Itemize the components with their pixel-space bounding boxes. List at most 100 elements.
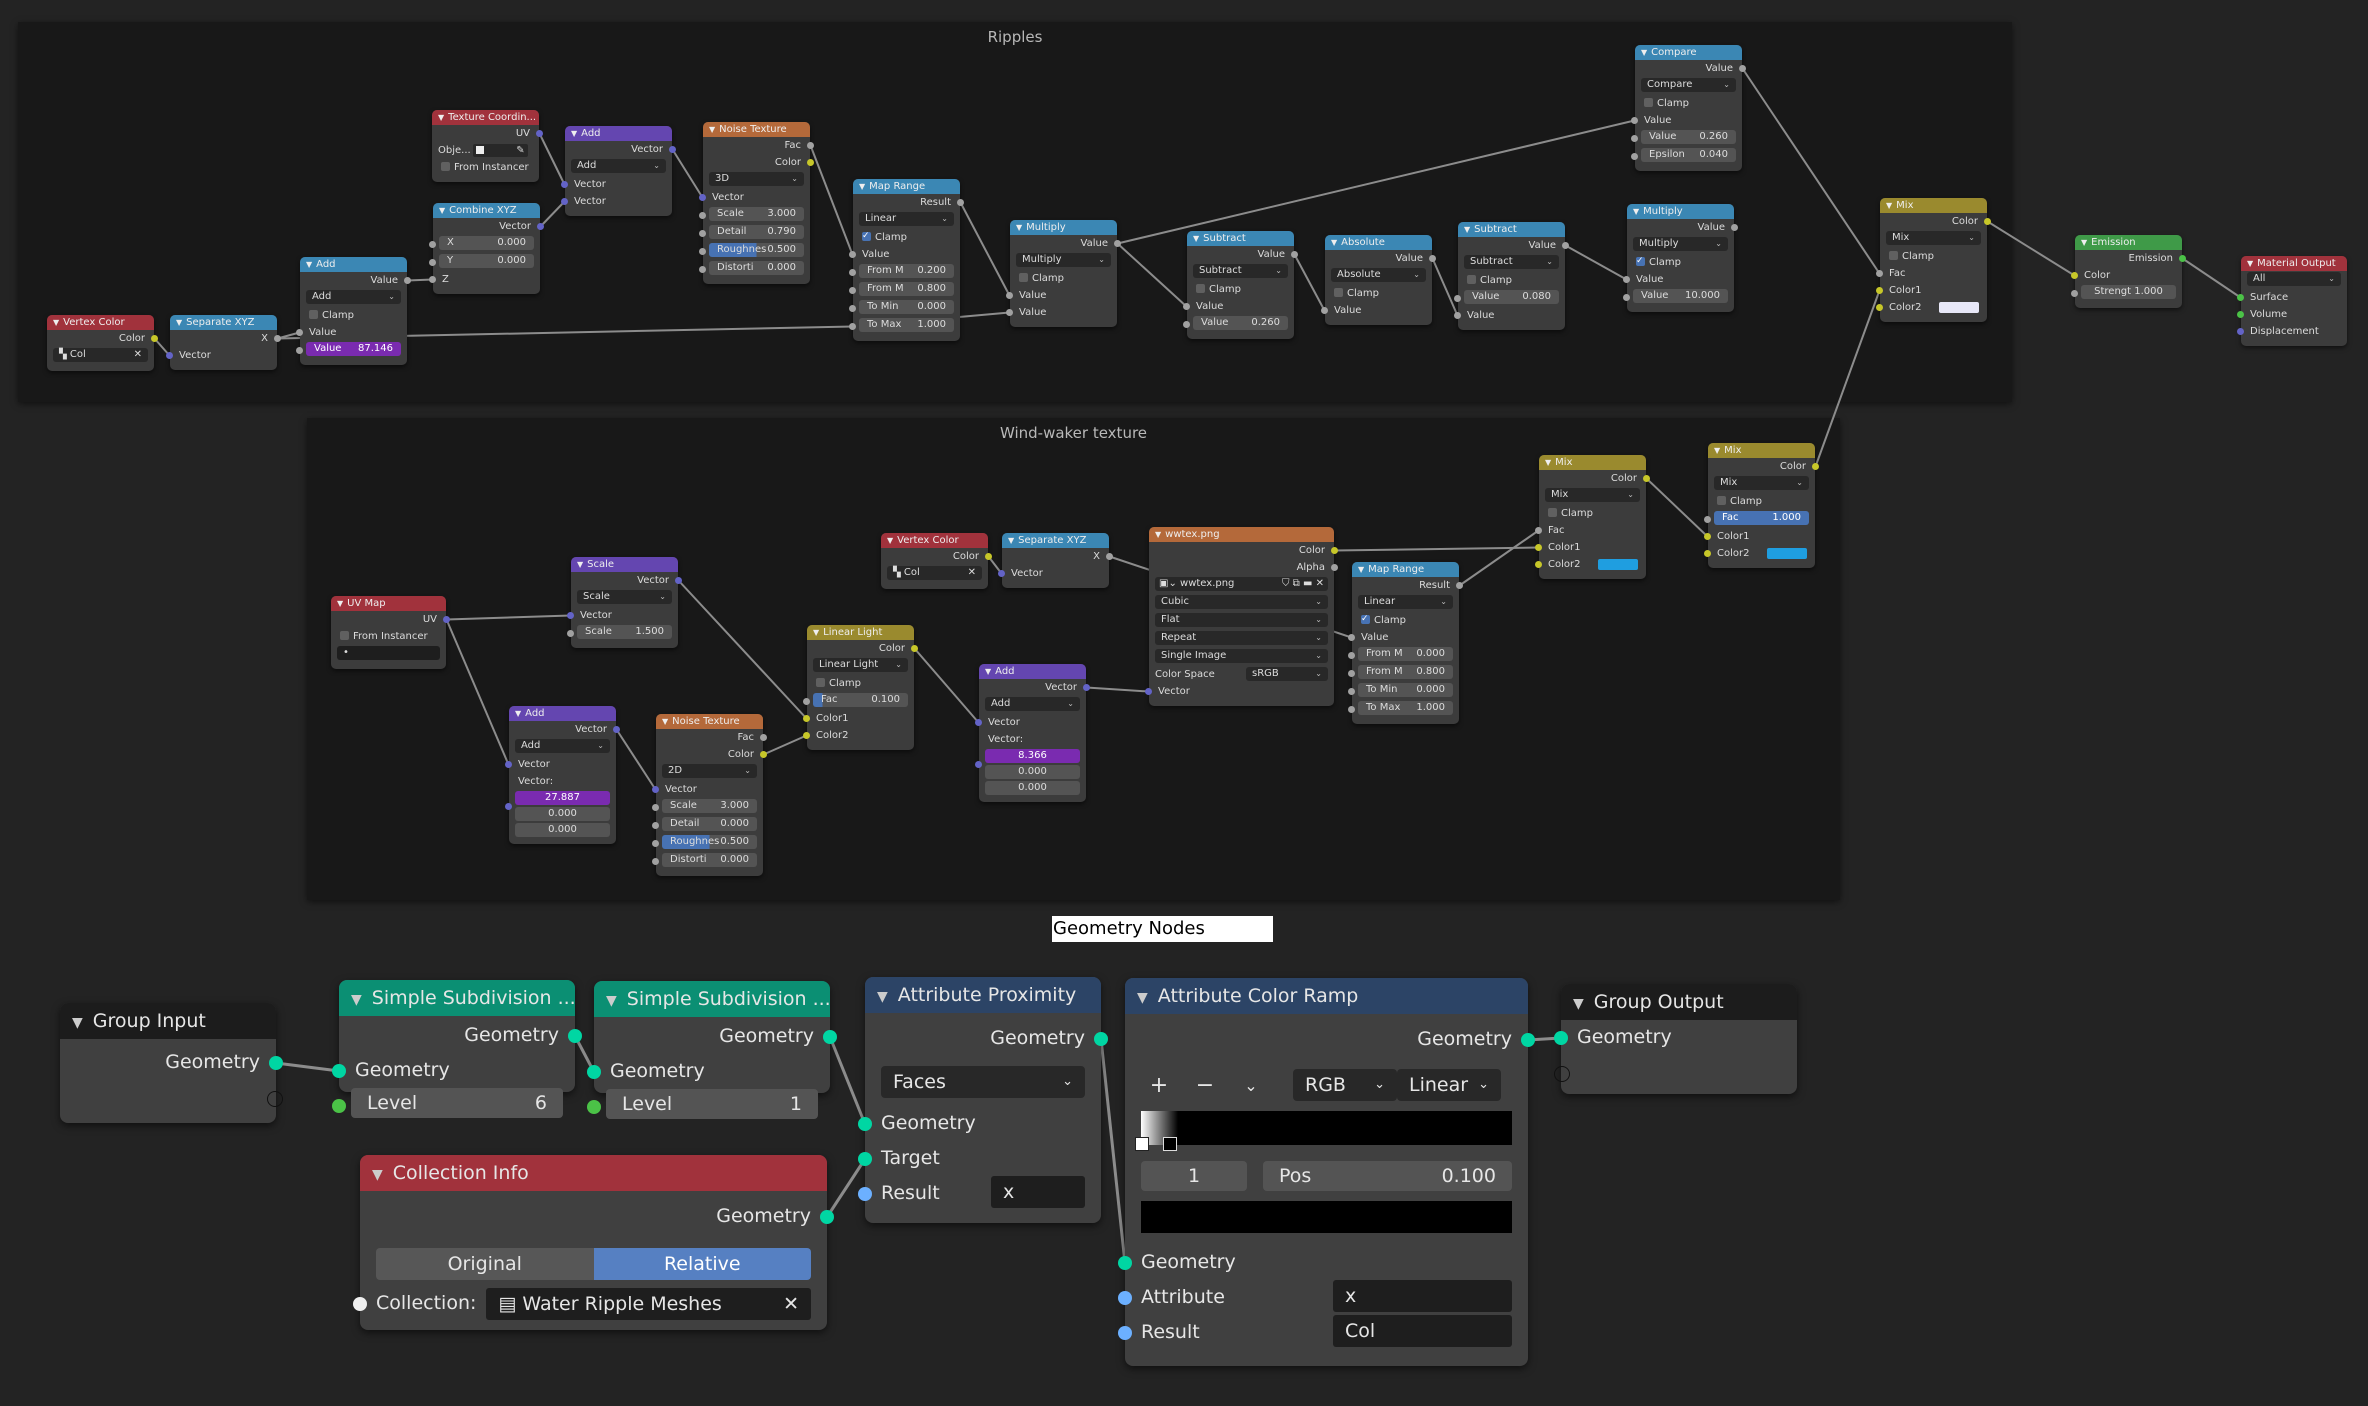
to-max-field[interactable]: To Max 1.000 — [1358, 701, 1453, 715]
socket-fac-in[interactable] — [803, 698, 810, 705]
socket-in[interactable] — [1348, 670, 1355, 677]
to-max-field[interactable]: To Max 1.000 — [859, 318, 954, 332]
node-subtract[interactable]: ▼ Subtract Value Subtract ⌄ Clamp Value 0.0… — [1454, 222, 1569, 330]
socket-alpha-out[interactable] — [1331, 564, 1338, 571]
y-field[interactable]: Y 0.000 — [439, 254, 534, 268]
socket-color-out[interactable] — [1984, 218, 1991, 225]
socket-value-in[interactable] — [1321, 307, 1328, 314]
socket-vector-out[interactable] — [537, 223, 544, 230]
detail-field[interactable]: Detail 0.790 — [709, 225, 804, 239]
from-max-field[interactable]: From M 0.800 — [1358, 665, 1453, 679]
image-selector[interactable]: ▣⌄ wwtex.png ⛉ ⧉ ▬ ✕ — [1155, 577, 1328, 591]
operation-dropdown[interactable]: Add ⌄ — [571, 159, 666, 173]
socket-level-in[interactable] — [332, 1099, 346, 1113]
collapse-icon[interactable]: ▼ — [1137, 990, 1148, 1006]
socket-value-out[interactable] — [1429, 255, 1436, 262]
node-header[interactable]: ▼ Vertex Color — [881, 533, 988, 548]
socket-attribute-in[interactable] — [1118, 1291, 1132, 1305]
color2-swatch[interactable] — [1939, 302, 1979, 313]
level-field[interactable]: Level 1 — [606, 1089, 818, 1119]
operation-dropdown[interactable]: Add ⌄ — [306, 290, 401, 304]
socket-geometry-out[interactable] — [820, 1210, 834, 1224]
node-map-range[interactable]: ▼Map Range Result Linear⌄ Clamp Value Fr… — [849, 179, 964, 341]
node-header[interactable]: ▼ Group Input — [60, 1003, 276, 1039]
node-header[interactable]: ▼ Subtract — [1458, 222, 1565, 237]
vector-z-field[interactable]: 0.000 — [515, 823, 610, 837]
clamp-checkbox[interactable] — [309, 310, 318, 319]
node-header[interactable]: ▼ Mix — [1539, 455, 1646, 470]
socket-in[interactable] — [1348, 652, 1355, 659]
collapse-icon[interactable]: ▼ — [1464, 225, 1470, 234]
collapse-icon[interactable]: ▼ — [72, 1015, 83, 1031]
socket-vector-out[interactable] — [675, 577, 682, 584]
fake-user-icon[interactable]: ⛉ — [1282, 578, 1290, 589]
socket-value-in[interactable] — [849, 251, 856, 258]
collapse-icon[interactable]: ▼ — [887, 536, 893, 545]
socket-geometry-in[interactable] — [1554, 1031, 1568, 1045]
color-stop-white[interactable] — [1135, 1137, 1149, 1151]
socket-result-out[interactable] — [957, 199, 964, 206]
socket-color-out[interactable] — [911, 645, 918, 652]
collapse-icon[interactable]: ▼ — [1358, 565, 1364, 574]
collapse-icon[interactable]: ▼ — [2081, 238, 2087, 247]
node-header[interactable]: ▼ Add — [565, 126, 672, 141]
value-field[interactable]: Value 10.000 — [1633, 289, 1728, 303]
node-header[interactable]: ▼ Map Range — [1352, 562, 1459, 577]
node-header[interactable]: ▼ Absolute — [1325, 235, 1432, 250]
collection-field[interactable]: ▤ Water Ripple Meshes ✕ — [486, 1287, 811, 1320]
vector-y-field[interactable]: 0.000 — [985, 765, 1080, 779]
socket-empty-out[interactable] — [267, 1091, 283, 1107]
socket-uv-out[interactable] — [443, 616, 450, 623]
node-header[interactable]: ▼ Simple Subdivision ... — [594, 981, 830, 1017]
node-simple-subdivision[interactable]: ▼ Simple Subdivision ... Geometry Geometr… — [587, 981, 837, 1119]
clamp-checkbox[interactable] — [1467, 275, 1476, 284]
clear-icon[interactable]: ✕ — [134, 348, 142, 362]
scale-field[interactable]: Scale 3.000 — [662, 799, 757, 813]
stop-color-swatch[interactable] — [1141, 1201, 1512, 1233]
vector-z-field[interactable]: 0.000 — [985, 781, 1080, 795]
collapse-icon[interactable]: ▼ — [1545, 458, 1551, 467]
unlink-icon[interactable]: ✕ — [1316, 578, 1324, 589]
socket-y-in[interactable] — [429, 259, 436, 266]
duplicate-icon[interactable]: ⧉ — [1293, 578, 1300, 589]
color-ramp-bar[interactable] — [1135, 1111, 1512, 1151]
socket-vector-out[interactable] — [1083, 684, 1090, 691]
socket-in[interactable] — [699, 212, 706, 219]
node-linear-light[interactable]: ▼ Linear Light Color Linear Light ⌄ Clamp … — [803, 625, 918, 750]
from-instancer-checkbox[interactable] — [441, 162, 450, 171]
from-min-field[interactable]: From M 0.200 — [859, 264, 954, 278]
operation-dropdown[interactable]: Absolute ⌄ — [1331, 268, 1426, 282]
node-header[interactable]: ▼ Separate XYZ — [1002, 533, 1109, 548]
clamp-checkbox[interactable] — [1717, 496, 1726, 505]
socket-value-in[interactable] — [1183, 303, 1190, 310]
node-multiply[interactable]: ▼Multiply Value Multiply⌄ Clamp Value Va… — [1006, 220, 1121, 327]
collapse-icon[interactable]: ▼ — [1016, 223, 1022, 232]
node-material-output[interactable]: ▼ Material Output All ⌄ Surface Volume Dis… — [2237, 256, 2347, 346]
socket-in[interactable] — [849, 287, 856, 294]
ramp-menu-button[interactable]: ⌄ — [1231, 1076, 1271, 1095]
socket-fac-in[interactable] — [1704, 516, 1711, 523]
socket-surface-in[interactable] — [2237, 294, 2244, 301]
collapse-icon[interactable]: ▼ — [813, 628, 819, 637]
node-header[interactable]: ▼ Simple Subdivision ... — [339, 980, 575, 1016]
clamp-checkbox[interactable] — [1889, 251, 1898, 260]
value-field[interactable]: Value 0.260 — [1641, 130, 1736, 144]
socket-in[interactable] — [849, 323, 856, 330]
uv-map-field[interactable]: • — [337, 646, 440, 660]
node-header[interactable]: ▼ Attribute Proximity — [865, 977, 1101, 1013]
operation-dropdown[interactable]: Multiply ⌄ — [1633, 237, 1728, 251]
collapse-icon[interactable]: ▼ — [351, 992, 362, 1008]
node-header[interactable]: ▼ wwtex.png — [1149, 527, 1334, 542]
socket-fac-in[interactable] — [1876, 270, 1883, 277]
to-min-field[interactable]: To Min 0.000 — [1358, 683, 1453, 697]
socket-vector-in[interactable] — [975, 719, 982, 726]
socket-color1-in[interactable] — [1876, 287, 1883, 294]
color2-swatch[interactable] — [1767, 548, 1807, 559]
clamp-checkbox[interactable] — [1548, 508, 1557, 517]
node-header[interactable]: ▼ Mix — [1880, 198, 1987, 213]
node-mix[interactable]: ▼ Mix Color Mix ⌄ Clamp Fac Color1 Color2 — [1535, 455, 1650, 579]
node-header[interactable]: ▼ Noise Texture — [656, 714, 763, 729]
socket-in[interactable] — [849, 305, 856, 312]
strength-field[interactable]: Strengt 1.000 — [2081, 285, 2176, 299]
node-uv-map[interactable]: ▼ UV Map UV From Instancer • — [331, 596, 450, 669]
